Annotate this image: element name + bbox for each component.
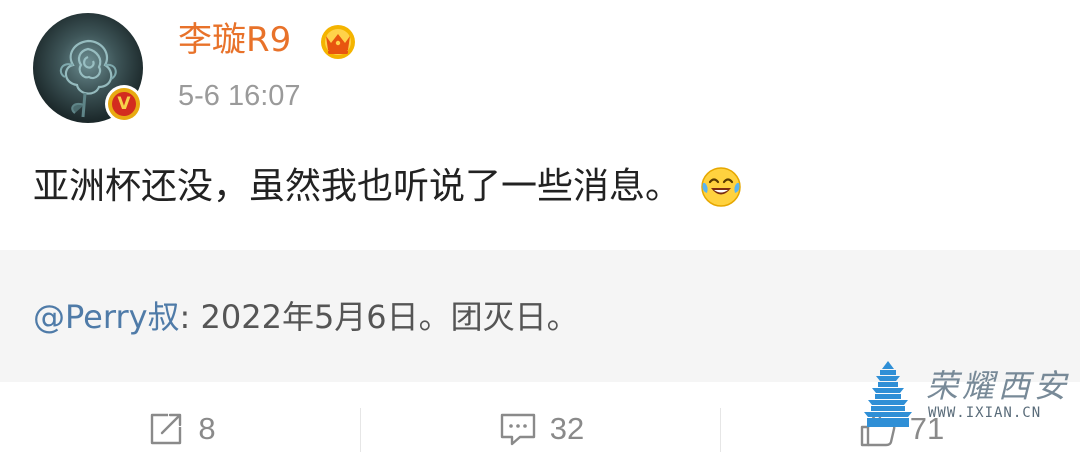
avatar-container[interactable]: V	[33, 13, 143, 123]
comment-icon	[500, 413, 535, 445]
laughing-crying-emoji-icon	[701, 167, 741, 207]
repost-text[interactable]: @Perry叔: 2022年5月6日。团灭日。	[33, 292, 579, 342]
post-text-container: 亚洲杯还没，虽然我也听说了一些消息。	[33, 160, 743, 214]
post-text: 亚洲杯还没，虽然我也听说了一些消息。	[33, 166, 682, 207]
crown-icon	[321, 25, 355, 59]
like-icon	[860, 412, 896, 446]
like-button[interactable]: 71	[720, 392, 1080, 465]
verified-v-icon: V	[112, 92, 136, 116]
username[interactable]: 李璇R9	[178, 16, 291, 64]
share-icon	[151, 413, 182, 444]
like-count: 71	[909, 410, 945, 446]
action-bar: 8 32 71	[0, 392, 1080, 465]
repost-separator: :	[179, 298, 201, 336]
verified-badge: V	[105, 85, 143, 123]
comment-button[interactable]: 32	[360, 392, 720, 465]
share-count: 8	[198, 410, 216, 446]
repost-content: 2022年5月6日。团灭日。	[200, 298, 579, 336]
comment-count: 32	[549, 410, 585, 446]
post-timestamp: 5-6 16:07	[178, 80, 301, 112]
share-button[interactable]: 8	[0, 392, 360, 465]
repost-author-link[interactable]: @Perry叔	[33, 298, 180, 336]
weibo-post: V 李璇R9 5-6 16:07 亚洲杯还没，虽然我也听说了一些消息。 @Per…	[0, 0, 1080, 465]
